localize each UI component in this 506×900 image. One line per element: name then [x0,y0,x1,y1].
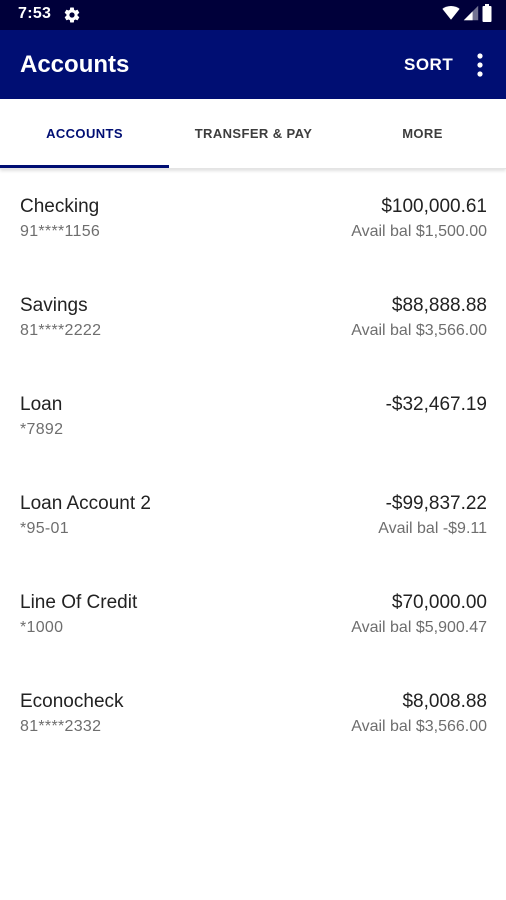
account-balance: $100,000.61 [381,196,487,217]
page-title: Accounts [20,51,130,78]
account-list: Checking 91****1156 $100,000.61 Avail ba… [0,170,506,764]
available-balance: Avail bal $3,566.00 [351,718,487,735]
account-row-checking[interactable]: Checking 91****1156 $100,000.61 Avail ba… [0,170,506,269]
status-icons [442,3,492,27]
account-balance: -$32,467.19 [385,394,487,415]
available-balance: Avail bal -$9.11 [378,520,487,537]
account-name: Checking [20,196,100,217]
account-name: Loan [20,394,63,415]
account-balance: $70,000.00 [391,592,487,613]
available-balance: Avail bal $3,566.00 [351,322,487,339]
account-balance: $88,888.88 [391,295,487,316]
tab-bar: ACCOUNTS TRANSFER & PAY MORE [0,99,506,169]
account-row-savings[interactable]: Savings 81****2222 $88,888.88 Avail bal … [0,269,506,368]
account-row-line-of-credit[interactable]: Line Of Credit *1000 $70,000.00 Avail ba… [0,566,506,665]
account-name: Loan Account 2 [20,493,151,514]
account-number: *7892 [20,421,64,438]
gear-icon [63,6,81,24]
more-vert-icon[interactable] [470,51,490,79]
tab-label: TRANSFER & PAY [194,126,313,141]
available-balance: Avail bal $1,500.00 [351,223,487,240]
account-row-econocheck[interactable]: Econocheck 81****2332 $8,008.88 Avail ba… [0,665,506,764]
available-balance: Avail bal $5,900.47 [351,619,487,636]
account-number: 81****2332 [20,718,102,735]
account-number: *95-01 [20,520,69,537]
account-balance: $8,008.88 [402,691,487,712]
app-bar: Accounts SORT [0,30,506,99]
battery-icon [482,3,492,27]
wifi-icon [442,5,460,26]
account-number: *1000 [20,619,64,636]
status-time: 7:53 [18,5,52,22]
sort-button[interactable]: SORT [404,55,453,75]
tab-more[interactable]: MORE [338,99,506,168]
tab-indicator [0,165,169,168]
account-number: 81****2222 [20,322,102,339]
cellular-icon [463,5,479,26]
account-row-loan[interactable]: Loan *7892 -$32,467.19 [0,368,506,467]
tab-label: MORE [402,126,443,141]
tab-label: ACCOUNTS [46,126,123,141]
account-number: 91****1156 [20,223,101,240]
tab-transfer-pay[interactable]: TRANSFER & PAY [169,99,338,168]
tab-accounts[interactable]: ACCOUNTS [0,99,169,168]
account-name: Savings [20,295,88,316]
account-name: Econocheck [20,691,124,712]
status-bar: 7:53 [0,0,506,30]
account-name: Line Of Credit [20,592,138,613]
account-row-loan-account-2[interactable]: Loan Account 2 *95-01 -$99,837.22 Avail … [0,467,506,566]
account-balance: -$99,837.22 [385,493,487,514]
